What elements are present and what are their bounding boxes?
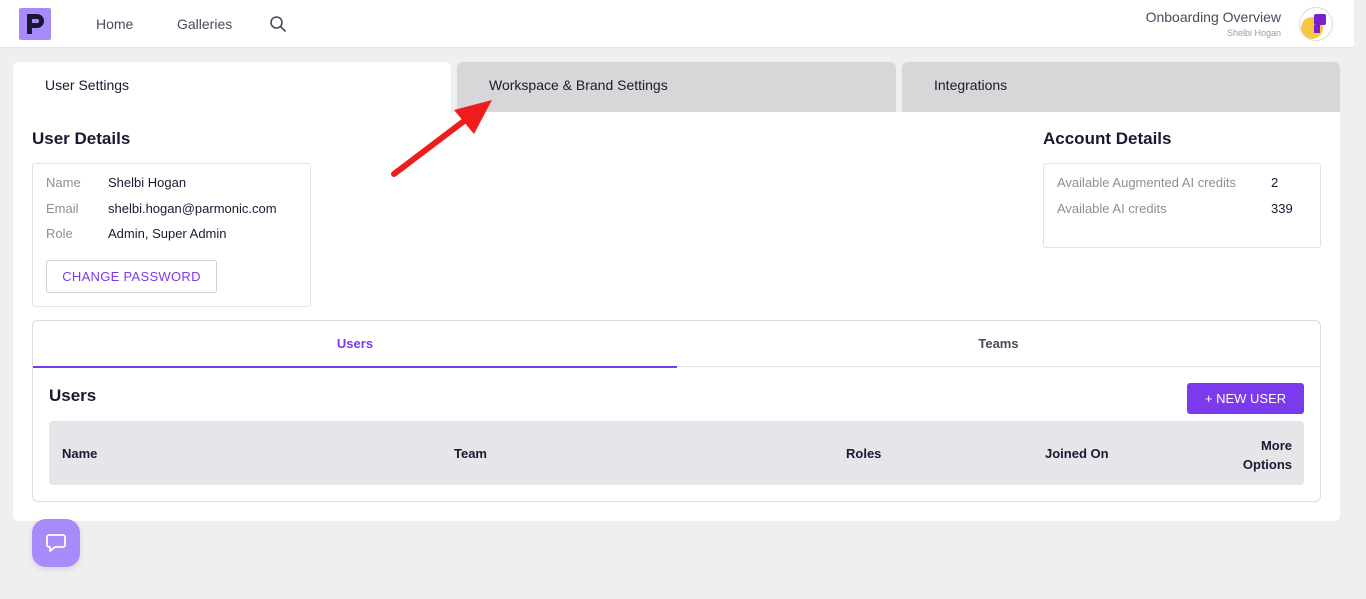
logo-p-icon [27, 14, 44, 34]
column-header-more-options: More Options [1231, 436, 1292, 474]
column-header-team[interactable]: Team [454, 446, 487, 461]
column-header-options: Options [1242, 457, 1292, 472]
user-details-title: User Details [32, 129, 131, 148]
users-section-title: Users [49, 386, 97, 405]
ai-credits-value: 339 [1271, 201, 1293, 216]
profile-user-name: Shelbi Hogan [1226, 28, 1281, 38]
column-header-name[interactable]: Name [62, 446, 97, 461]
tab-users[interactable]: Users [33, 336, 677, 351]
name-label: Name [46, 175, 81, 190]
nav-galleries-link[interactable]: Galleries [177, 16, 232, 32]
annotation-arrow-icon [391, 100, 492, 177]
chat-support-button[interactable] [32, 519, 80, 567]
column-header-more: More [1260, 438, 1292, 453]
tab-workspace-brand-settings[interactable]: Workspace & Brand Settings [457, 62, 896, 114]
email-value: shelbi.hogan@parmonic.com [108, 201, 277, 216]
role-value: Admin, Super Admin [108, 226, 227, 241]
nav-home-link[interactable]: Home [96, 16, 133, 32]
active-tab-indicator [33, 366, 677, 368]
users-table-header [49, 421, 1304, 485]
workspace-title[interactable]: Onboarding Overview [1146, 9, 1281, 25]
search-icon[interactable] [269, 15, 287, 33]
chat-bubble-icon [46, 534, 66, 552]
email-label: Email [46, 201, 79, 216]
augmented-ai-credits-value: 2 [1271, 175, 1279, 190]
name-value: Shelbi Hogan [108, 175, 187, 190]
account-details-title: Account Details [1043, 129, 1172, 148]
role-label: Role [46, 226, 73, 241]
augmented-ai-credits-label: Available Augmented AI credits [1057, 175, 1236, 190]
app-logo[interactable] [19, 8, 51, 40]
ai-credits-label: Available AI credits [1057, 201, 1167, 216]
column-header-roles[interactable]: Roles [846, 446, 881, 461]
tab-teams[interactable]: Teams [677, 336, 1320, 351]
avatar[interactable] [1299, 7, 1333, 41]
change-password-button[interactable]: CHANGE PASSWORD [46, 260, 217, 293]
avatar-logo-icon [1301, 14, 1326, 39]
page-scrollbar[interactable] [1354, 0, 1366, 599]
column-header-joined-on[interactable]: Joined On [1045, 446, 1109, 461]
new-user-button[interactable]: + NEW USER [1187, 383, 1304, 414]
tab-user-settings[interactable]: User Settings [13, 62, 451, 114]
top-navigation-bar: Home Galleries Onboarding Overview Shelb… [0, 0, 1354, 48]
tab-integrations[interactable]: Integrations [902, 62, 1340, 114]
